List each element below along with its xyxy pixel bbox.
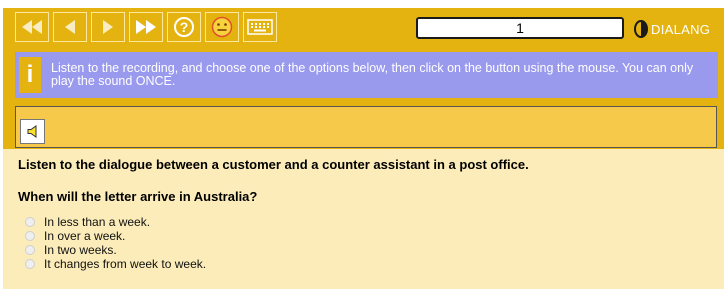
- skip-back-button[interactable]: [15, 12, 49, 42]
- info-icon: i: [19, 57, 41, 93]
- previous-button[interactable]: [53, 12, 87, 42]
- dialang-logo: DIALANG: [633, 20, 710, 38]
- option-label: In over a week.: [44, 229, 126, 243]
- question-text: When will the letter arrive in Australia…: [18, 189, 258, 204]
- radio-button[interactable]: [25, 259, 35, 269]
- answer-option[interactable]: It changes from week to week.: [25, 257, 206, 271]
- next-button[interactable]: [91, 12, 125, 42]
- radio-button[interactable]: [25, 231, 35, 241]
- help-icon: ?: [174, 17, 194, 37]
- skip-forward-icon: [136, 20, 156, 34]
- keyboard-button[interactable]: [243, 12, 277, 42]
- page-number-field: 1: [416, 17, 624, 39]
- skip-forward-button[interactable]: [129, 12, 163, 42]
- answer-option[interactable]: In two weeks.: [25, 243, 206, 257]
- dialang-logo-icon: [634, 20, 648, 38]
- brand-name: DIALANG: [651, 21, 711, 37]
- answer-option[interactable]: In over a week.: [25, 229, 206, 243]
- answer-options: In less than a week. In over a week. In …: [25, 215, 206, 271]
- speaker-icon: [27, 125, 37, 138]
- play-sound-button[interactable]: [20, 119, 45, 144]
- feedback-smiley-icon: [211, 16, 233, 38]
- radio-button[interactable]: [25, 217, 35, 227]
- option-label: It changes from week to week.: [44, 257, 207, 271]
- skip-back-icon: [22, 20, 42, 34]
- sound-panel: [15, 106, 717, 148]
- toolbar: ?: [15, 12, 277, 44]
- help-button[interactable]: ?: [167, 12, 201, 42]
- instructions-bar: i Listen to the recording, and choose on…: [15, 52, 718, 98]
- previous-icon: [65, 20, 75, 34]
- test-frame: ? 1 DIALANG i Listen to the recording, a…: [3, 8, 724, 289]
- option-label: In less than a week.: [44, 215, 151, 229]
- keyboard-icon: [247, 19, 273, 35]
- radio-button[interactable]: [25, 245, 35, 255]
- instructions-text: Listen to the recording, and choose one …: [51, 61, 694, 88]
- answer-option[interactable]: In less than a week.: [25, 215, 206, 229]
- svg-text:?: ?: [180, 19, 189, 35]
- feedback-button[interactable]: [205, 12, 239, 42]
- task-prompt: Listen to the dialogue between a custome…: [18, 157, 529, 172]
- option-label: In two weeks.: [44, 243, 117, 257]
- question-area: Listen to the dialogue between a custome…: [3, 149, 724, 289]
- next-icon: [103, 20, 113, 34]
